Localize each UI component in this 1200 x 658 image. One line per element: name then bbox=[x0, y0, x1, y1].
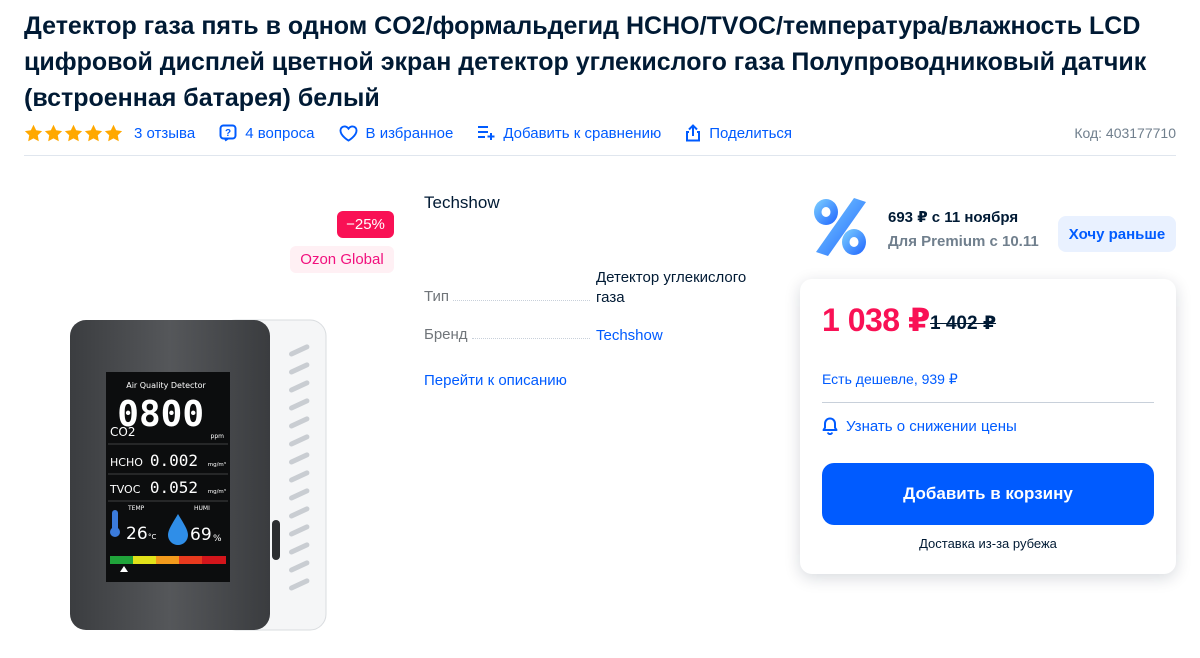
temp-label: TEMP bbox=[127, 505, 145, 512]
origin-badge: Ozon Global bbox=[290, 246, 394, 273]
product-image[interactable]: Air Quality Detector 0800 CO2 ppm HCHO 0… bbox=[70, 318, 328, 632]
co2-unit: ppm bbox=[211, 433, 225, 440]
compare-icon bbox=[478, 126, 495, 140]
star-icon bbox=[24, 124, 43, 142]
temp-value: 26 bbox=[126, 524, 148, 544]
hcho-unit: mg/m³ bbox=[208, 461, 226, 468]
favorite-button[interactable]: В избранное bbox=[339, 124, 454, 142]
reviews-link[interactable]: 3 отзыва bbox=[24, 124, 195, 142]
hcho-value: 0.002 bbox=[150, 451, 198, 470]
share-button[interactable]: Поделиться bbox=[685, 124, 792, 142]
questions-count[interactable]: 4 вопроса bbox=[245, 125, 314, 142]
compare-button[interactable]: Добавить к сравнению bbox=[477, 125, 661, 142]
price-drop-notify[interactable]: Узнать о снижении цены bbox=[822, 417, 1017, 435]
humi-value: 69 bbox=[190, 525, 212, 545]
tvoc-unit: mg/m³ bbox=[208, 488, 226, 495]
premium-promo: 693 ₽ с 11 ноября Для Premium с 10.11 Хо… bbox=[806, 196, 1176, 260]
favorite-label[interactable]: В избранное bbox=[366, 125, 454, 142]
product-code: Код: 403177710 bbox=[1074, 125, 1176, 141]
go-to-description-link[interactable]: Перейти к описанию bbox=[424, 372, 567, 389]
product-title: Детектор газа пять в одном CO2/формальде… bbox=[24, 12, 1147, 112]
question-icon: ? bbox=[219, 124, 237, 142]
compare-label[interactable]: Добавить к сравнению bbox=[503, 125, 661, 142]
discount-badge: −25% bbox=[337, 211, 394, 238]
heart-icon bbox=[339, 124, 357, 142]
want-earlier-button[interactable]: Хочу раньше bbox=[1058, 216, 1176, 252]
old-price: 1 402 ₽ bbox=[930, 313, 997, 334]
tvoc-label: TVOC bbox=[109, 483, 141, 496]
premium-price: 693 ₽ с 11 ноября bbox=[888, 209, 1019, 226]
brand-link[interactable]: Techshow bbox=[596, 326, 756, 346]
notify-label[interactable]: Узнать о снижении цены bbox=[846, 418, 1017, 435]
share-icon bbox=[686, 124, 701, 142]
humi-label: HUMI bbox=[194, 505, 210, 512]
spec-row-type: Тип Детектор углекислого газа bbox=[424, 268, 764, 308]
spec-key: Тип bbox=[424, 268, 596, 305]
product-meta-row: 3 отзыва ? 4 вопроса В избранное Добавит… bbox=[24, 122, 1176, 144]
cheaper-offer-link[interactable]: Есть дешевле, 939 ₽ bbox=[822, 371, 958, 388]
star-icon bbox=[84, 124, 103, 142]
rating-stars bbox=[24, 124, 124, 142]
delivery-info: Доставка из-за рубежа bbox=[919, 536, 1057, 551]
current-price: 1 038 ₽ bbox=[822, 302, 930, 338]
temp-unit: °C bbox=[148, 533, 157, 541]
screen-header: Air Quality Detector bbox=[126, 381, 206, 390]
humi-unit: % bbox=[213, 534, 222, 544]
bell-icon bbox=[822, 417, 838, 435]
tvoc-value: 0.052 bbox=[150, 478, 198, 497]
questions-link[interactable]: ? 4 вопроса bbox=[219, 124, 315, 142]
star-icon bbox=[64, 124, 83, 142]
reviews-count[interactable]: 3 отзыва bbox=[134, 125, 195, 142]
spec-key-label: Бренд bbox=[424, 326, 468, 343]
buy-card: 1 038 ₽ 1 402 ₽ Есть дешевле, 939 ₽ Узна… bbox=[800, 279, 1176, 574]
header-divider bbox=[24, 155, 1176, 156]
spec-row-brand: Бренд Techshow bbox=[424, 326, 764, 346]
add-to-cart-button[interactable]: Добавить в корзину bbox=[822, 463, 1154, 525]
spec-key-label: Тип bbox=[424, 288, 450, 305]
co2-label: CO2 bbox=[110, 425, 135, 439]
share-label[interactable]: Поделиться bbox=[709, 125, 792, 142]
star-icon bbox=[44, 124, 63, 142]
svg-text:?: ? bbox=[225, 128, 231, 139]
spec-key: Бренд bbox=[424, 326, 596, 343]
spec-value: Детектор углекислого газа bbox=[596, 269, 747, 306]
star-icon bbox=[104, 124, 123, 142]
percent-icon bbox=[814, 198, 866, 256]
hcho-label: HCHO bbox=[110, 456, 143, 469]
premium-subtitle: Для Premium с 10.11 bbox=[888, 233, 1039, 250]
card-divider bbox=[822, 402, 1154, 403]
brand-name[interactable]: Techshow bbox=[424, 193, 500, 213]
